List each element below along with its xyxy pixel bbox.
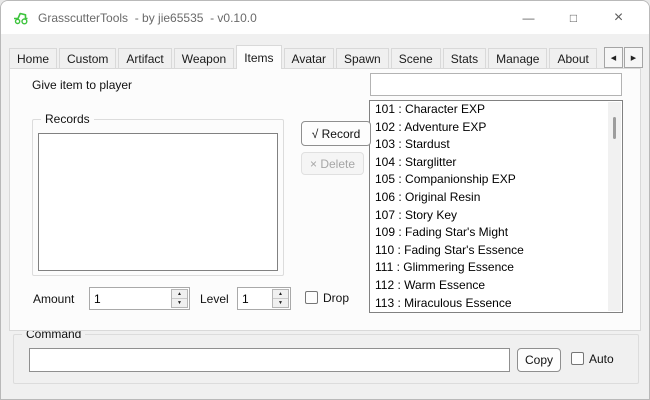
- tab-scroll-left-icon[interactable]: ◀: [604, 47, 623, 68]
- tab-scene[interactable]: Scene: [391, 48, 441, 69]
- item-list-scrollbar[interactable]: [608, 102, 621, 311]
- list-item[interactable]: 102 : Adventure EXP: [370, 119, 622, 137]
- window-title: GrasscutterTools - by jie65535 - v0.10.0: [38, 11, 257, 25]
- records-list[interactable]: [38, 133, 278, 271]
- amount-stepper[interactable]: ▲ ▼: [89, 287, 190, 310]
- level-stepper[interactable]: ▲ ▼: [237, 287, 291, 310]
- amount-input[interactable]: [94, 290, 165, 307]
- auto-checkbox-label[interactable]: Auto: [589, 352, 614, 366]
- command-group: Command Copy Auto: [13, 334, 639, 384]
- tab-manage[interactable]: Manage: [488, 48, 547, 69]
- app-logo-icon: [13, 10, 30, 25]
- tab-avatar[interactable]: Avatar: [284, 48, 334, 69]
- copy-button[interactable]: Copy: [517, 348, 561, 372]
- list-item[interactable]: 104 : Starglitter: [370, 154, 622, 172]
- level-input[interactable]: [242, 290, 266, 307]
- spin-down-icon[interactable]: ▼: [273, 298, 288, 308]
- delete-button: × Delete: [301, 152, 364, 175]
- list-item[interactable]: 110 : Fading Star's Essence: [370, 242, 622, 260]
- tab-spawn[interactable]: Spawn: [336, 48, 389, 69]
- drop-checkbox[interactable]: [305, 291, 318, 304]
- list-item[interactable]: 103 : Stardust: [370, 136, 622, 154]
- record-button[interactable]: √ Record: [301, 121, 371, 146]
- list-item[interactable]: 111 : Glimmering Essence: [370, 259, 622, 277]
- tab-about[interactable]: About: [549, 48, 596, 69]
- minimize-icon[interactable]: —: [506, 1, 551, 34]
- level-label: Level: [200, 292, 229, 306]
- tab-artifact[interactable]: Artifact: [118, 48, 171, 69]
- maximize-icon[interactable]: □: [551, 1, 596, 34]
- scrollbar-thumb[interactable]: [613, 117, 616, 139]
- tab-scroll-buttons: ◀ ▶: [603, 47, 643, 68]
- tab-bar: Home Custom Artifact Weapon Items Avatar…: [9, 46, 643, 69]
- item-search-input[interactable]: [370, 73, 622, 96]
- tab-weapon[interactable]: Weapon: [174, 48, 234, 69]
- tab-items[interactable]: Items: [236, 45, 281, 69]
- command-input[interactable]: [29, 348, 510, 372]
- auto-checkbox[interactable]: [571, 352, 584, 365]
- items-tab-page: Give item to player 101 : Character EXP …: [9, 68, 641, 331]
- app-window: GrasscutterTools - by jie65535 - v0.10.0…: [0, 0, 650, 400]
- records-group: Records: [32, 119, 284, 276]
- tab-scroll-right-icon[interactable]: ▶: [624, 47, 643, 68]
- page-title: Give item to player: [32, 78, 132, 92]
- list-item[interactable]: 109 : Fading Star's Might: [370, 224, 622, 242]
- list-item[interactable]: 112 : Warm Essence: [370, 277, 622, 295]
- records-group-label: Records: [41, 112, 94, 126]
- list-item[interactable]: 106 : Original Resin: [370, 189, 622, 207]
- tab-stats[interactable]: Stats: [443, 48, 486, 69]
- list-item[interactable]: 105 : Companionship EXP: [370, 171, 622, 189]
- item-list[interactable]: 101 : Character EXP 102 : Adventure EXP …: [369, 100, 623, 313]
- amount-label: Amount: [33, 292, 74, 306]
- list-item[interactable]: 113 : Miraculous Essence: [370, 295, 622, 313]
- level-spin-buttons: ▲ ▼: [272, 289, 289, 308]
- list-item[interactable]: 107 : Story Key: [370, 207, 622, 225]
- tab-home[interactable]: Home: [9, 48, 57, 69]
- drop-checkbox-label[interactable]: Drop: [323, 291, 349, 305]
- tab-custom[interactable]: Custom: [59, 48, 116, 69]
- spin-down-icon[interactable]: ▼: [172, 298, 187, 308]
- amount-spin-buttons: ▲ ▼: [171, 289, 188, 308]
- window-controls: — □ ×: [506, 1, 641, 34]
- titlebar: GrasscutterTools - by jie65535 - v0.10.0…: [1, 1, 649, 34]
- close-icon[interactable]: ×: [596, 1, 641, 34]
- list-item[interactable]: 101 : Character EXP: [370, 101, 622, 119]
